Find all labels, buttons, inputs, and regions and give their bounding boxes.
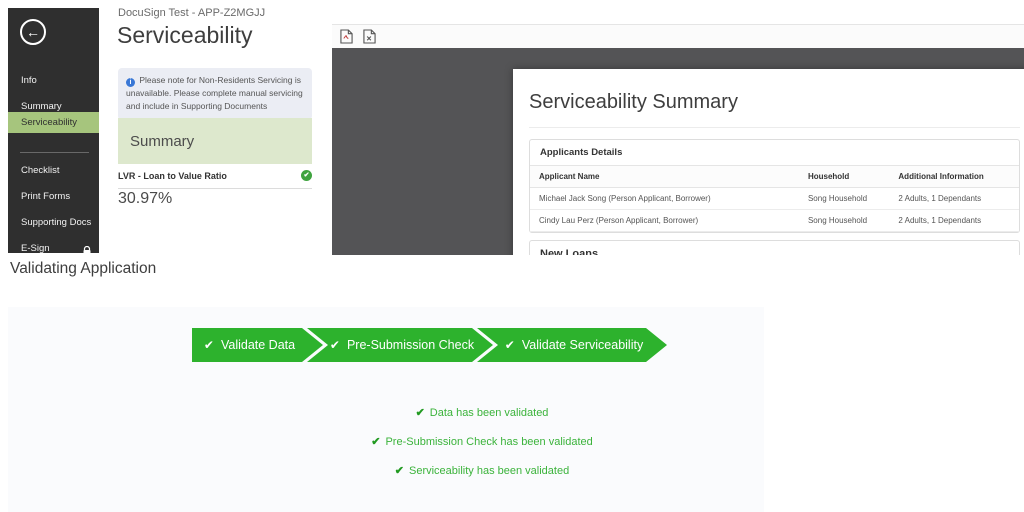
table-row: Cindy Lau Perz (Person Applicant, Borrow… (530, 210, 1019, 232)
sidebar-item-serviceability[interactable]: Serviceability (8, 112, 99, 133)
step-label: Validate Serviceability (522, 338, 643, 352)
pdf-file-icon[interactable] (340, 29, 353, 44)
table-header-row: Applicant Name Household Additional Info… (530, 166, 1019, 188)
check-icon: ✔ (416, 407, 425, 419)
applicant-name: Michael Jack Song (Person Applicant, Bor… (530, 188, 799, 210)
page-title: Serviceability (117, 22, 253, 49)
validating-application-heading: Validating Application (10, 260, 156, 278)
check-icon: ✔ (330, 338, 340, 352)
lvr-row: LVR - Loan to Value Ratio ✔ (118, 171, 312, 189)
col-additional-info: Additional Information (889, 166, 1019, 188)
new-loans-title: New Loans (530, 241, 1019, 255)
applicants-details-section: Applicants Details Applicant Name Househ… (529, 139, 1020, 233)
step-label: Validate Data (221, 338, 295, 352)
check-icon: ✔ (505, 338, 515, 352)
step-validate-serviceability: ✔ Validate Serviceability (477, 328, 667, 362)
check-icon: ✔ (395, 465, 404, 477)
sidebar-item-print-forms[interactable]: Print Forms (8, 186, 99, 207)
lvr-label: LVR - Loan to Value Ratio (118, 171, 227, 181)
validation-messages: ✔ Data has been validated ✔ Pre-Submission… (104, 406, 860, 493)
modal-divider (529, 127, 1020, 128)
alert-text: Please note for Non-Residents Servicing … (126, 75, 303, 111)
document-viewer: Serviceability Summary Applicants Detail… (332, 24, 1024, 255)
validation-message: ✔ Pre-Submission Check has been validated (104, 435, 860, 448)
back-arrow-icon: ← (26, 25, 40, 39)
sidebar-item-info[interactable]: Info (8, 70, 99, 91)
back-button[interactable]: ← (20, 19, 46, 45)
check-icon: ✔ (204, 338, 214, 352)
validation-panel: ✔ Validate Data ✔ Pre-Submission Check ✔… (8, 307, 764, 512)
applicants-table: Applicant Name Household Additional Info… (530, 165, 1019, 232)
applicants-details-title: Applicants Details (530, 140, 1019, 165)
sidebar-item-supporting-docs[interactable]: Supporting Docs (8, 212, 99, 233)
step-validate-data: ✔ Validate Data (192, 328, 323, 362)
new-loans-section: New Loans (529, 240, 1020, 255)
modal-title: Serviceability Summary (529, 91, 1020, 114)
check-badge-icon: ✔ (301, 170, 312, 181)
col-household: Household (799, 166, 889, 188)
additional-info: 2 Adults, 1 Dependants (889, 188, 1019, 210)
household: Song Household (799, 188, 889, 210)
info-icon: i (126, 78, 135, 87)
serviceability-summary-modal: Serviceability Summary Applicants Detail… (513, 69, 1024, 255)
additional-info: 2 Adults, 1 Dependants (889, 210, 1019, 232)
applicant-name: Cindy Lau Perz (Person Applicant, Borrow… (530, 210, 799, 232)
sidebar: ← Info Summary Serviceability Checklist … (8, 8, 99, 253)
sidebar-item-label: E-Sign (21, 243, 50, 254)
message-text: Serviceability has been validated (409, 465, 569, 477)
sidebar-item-checklist[interactable]: Checklist (8, 160, 99, 181)
message-text: Data has been validated (430, 407, 549, 419)
excel-file-icon[interactable] (363, 29, 376, 44)
col-applicant-name: Applicant Name (530, 166, 799, 188)
application-title: DocuSign Test - APP-Z2MGJJ (118, 7, 265, 19)
lvr-value: 30.97% (118, 190, 172, 208)
summary-section-title: Summary (130, 133, 194, 150)
household: Song Household (799, 210, 889, 232)
sidebar-divider (20, 152, 89, 153)
validation-message: ✔ Serviceability has been validated (104, 464, 860, 477)
message-text: Pre-Submission Check has been validated (385, 436, 592, 448)
step-label: Pre-Submission Check (347, 338, 474, 352)
table-row: Michael Jack Song (Person Applicant, Bor… (530, 188, 1019, 210)
validation-message: ✔ Data has been validated (104, 406, 860, 419)
step-pre-submission-check: ✔ Pre-Submission Check (307, 328, 493, 362)
viewer-toolbar (332, 25, 1024, 48)
sidebar-item-esign[interactable]: E-Sign (8, 238, 99, 259)
non-residents-alert: i Please note for Non-Residents Servicin… (118, 68, 312, 120)
summary-section-header: Summary (118, 118, 312, 164)
check-icon: ✔ (371, 436, 380, 448)
